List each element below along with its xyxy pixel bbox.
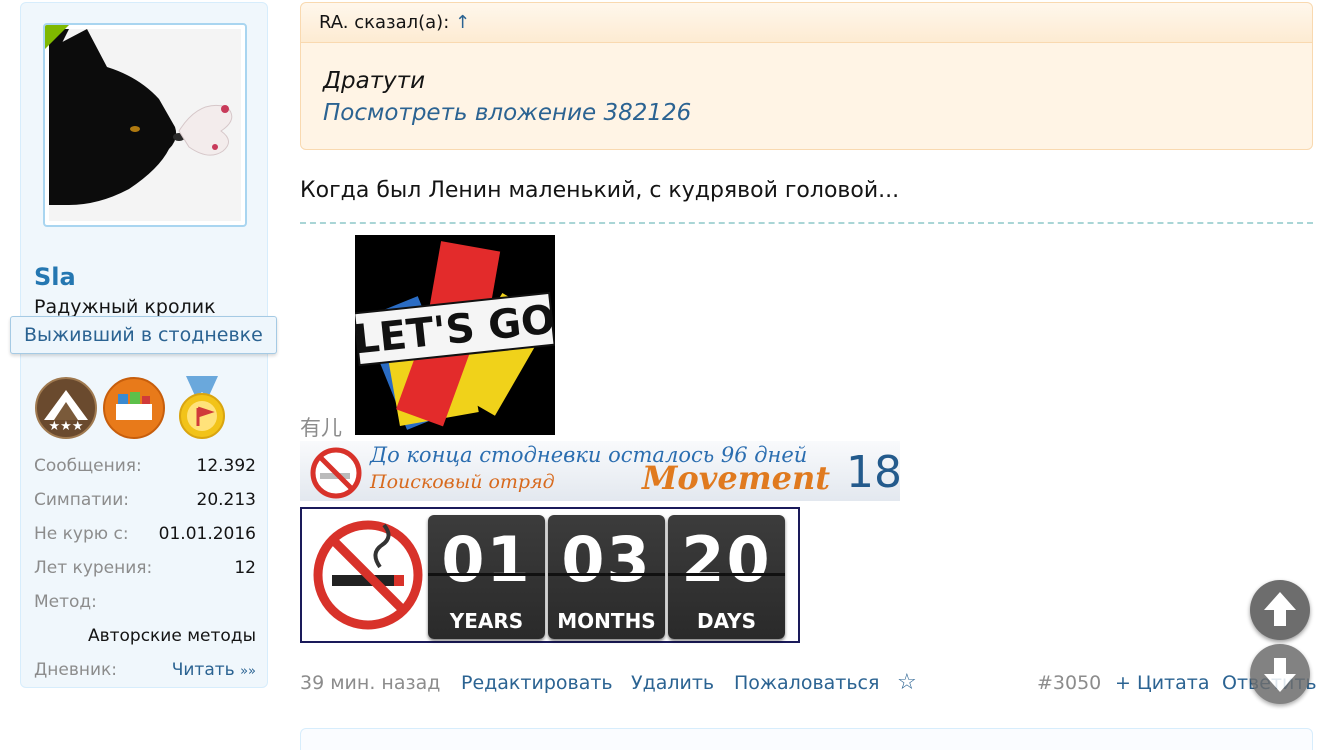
movement-line2: Поисковый отряд: [370, 471, 555, 493]
svg-text:★★★: ★★★: [49, 419, 84, 434]
medal-icon[interactable]: [174, 376, 230, 446]
stat-label: Не курю с:: [34, 524, 129, 544]
stat-messages: Сообщения: 12.392: [34, 453, 256, 487]
counter-days: 20 DAYS: [668, 515, 785, 639]
stat-likes: Симпатии: 20.213: [34, 487, 256, 521]
stat-value: 01.01.2016: [158, 524, 256, 544]
counter-years: 01 YEARS: [428, 515, 545, 639]
stat-label: Дневник:: [34, 660, 118, 680]
message-text: Когда был Ленин маленький, с кудрявой го…: [300, 178, 900, 203]
stat-method: Метод:: [34, 589, 256, 623]
arrow-up-icon: [1264, 592, 1296, 626]
movement-banner[interactable]: До конца стодневки осталось 96 дней Поис…: [300, 441, 900, 501]
letsgo-image: LET'S GO: [355, 235, 555, 435]
counter-months-unit: MONTHS: [557, 609, 656, 633]
counter-days-unit: DAYS: [696, 609, 757, 633]
no-smoking-sign-icon: [313, 520, 423, 630]
username[interactable]: Sla: [34, 263, 76, 291]
scroll-up-button[interactable]: [1250, 580, 1310, 640]
stat-value: 20.213: [196, 490, 256, 510]
avatar[interactable]: [43, 23, 247, 227]
trophy-icons: ★★★: [34, 376, 234, 444]
quote-attachment-link[interactable]: Посмотреть вложение 382126: [323, 97, 1312, 129]
counter-months-digits: 03: [561, 523, 652, 596]
movement-brand: Movement: [642, 459, 830, 497]
post-time[interactable]: 39 мин. назад: [300, 672, 440, 694]
signature-char: 有儿: [300, 416, 342, 440]
stat-label: Метод:: [34, 592, 97, 612]
no-smoking-icon: [310, 447, 362, 499]
delete-link[interactable]: Удалить: [631, 672, 714, 694]
post-number[interactable]: #3050: [1037, 672, 1101, 694]
stat-quit-date: Не курю с: 01.01.2016: [34, 521, 256, 555]
books-icon[interactable]: [102, 376, 166, 444]
movement-number: 18: [846, 447, 900, 498]
diary-read-link[interactable]: Читать »»: [172, 660, 256, 680]
quit-counter-banner[interactable]: 01 YEARS 03 MONTHS 20 DAYS: [300, 507, 800, 643]
edit-link[interactable]: Редактировать: [461, 672, 613, 694]
signature-divider: [300, 222, 1313, 224]
stat-method-value: Авторские методы: [34, 623, 256, 657]
next-post-preview: [300, 728, 1313, 750]
stat-value: 12: [234, 558, 256, 578]
stat-value[interactable]: 12.392: [197, 456, 256, 476]
user-stats: Сообщения: 12.392 Симпатии: 20.213 Не ку…: [34, 453, 256, 691]
quote-header: RA. сказал(а): ↑: [301, 3, 1312, 43]
stat-label: Лет курения:: [34, 558, 153, 578]
quote-jump-arrow[interactable]: ↑: [455, 12, 470, 33]
counter-months: 03 MONTHS: [548, 515, 665, 639]
quote-body: Дратути Посмотреть вложение 382126: [301, 43, 1312, 129]
quote-button[interactable]: + Цитата: [1115, 672, 1209, 694]
counter-days-digits: 20: [681, 523, 772, 596]
stat-smoking-years: Лет курения: 12: [34, 555, 256, 589]
online-indicator: [45, 25, 71, 51]
user-title: Радужный кролик: [34, 296, 216, 318]
arrow-down-icon: [1264, 658, 1296, 692]
stat-label: Сообщения:: [34, 456, 142, 476]
post-footer: 39 мин. назад Редактировать Удалить Пожа…: [300, 670, 1317, 700]
scroll-down-button[interactable]: [1250, 644, 1310, 704]
stat-label: Симпатии:: [34, 490, 130, 510]
stat-value: Авторские методы: [87, 626, 256, 646]
report-link[interactable]: Пожаловаться: [734, 672, 879, 694]
mountain-stars-icon[interactable]: ★★★: [34, 376, 98, 444]
avatar-cat-image: [49, 29, 241, 221]
diary-read-arrow: »»: [240, 664, 256, 679]
counter-years-digits: 01: [441, 523, 532, 596]
diary-read-label[interactable]: Читать: [172, 660, 235, 680]
quote-author[interactable]: RA. сказал(а):: [319, 12, 449, 33]
bookmark-star-icon[interactable]: ☆: [897, 670, 917, 695]
quote-block: RA. сказал(а): ↑ Дратути Посмотреть влож…: [300, 2, 1313, 150]
quote-text: Дратути: [323, 68, 426, 94]
user-ribbon: Выживший в стодневке: [10, 316, 277, 354]
counter-years-unit: YEARS: [449, 609, 524, 633]
stat-diary: Дневник: Читать »»: [34, 657, 256, 691]
